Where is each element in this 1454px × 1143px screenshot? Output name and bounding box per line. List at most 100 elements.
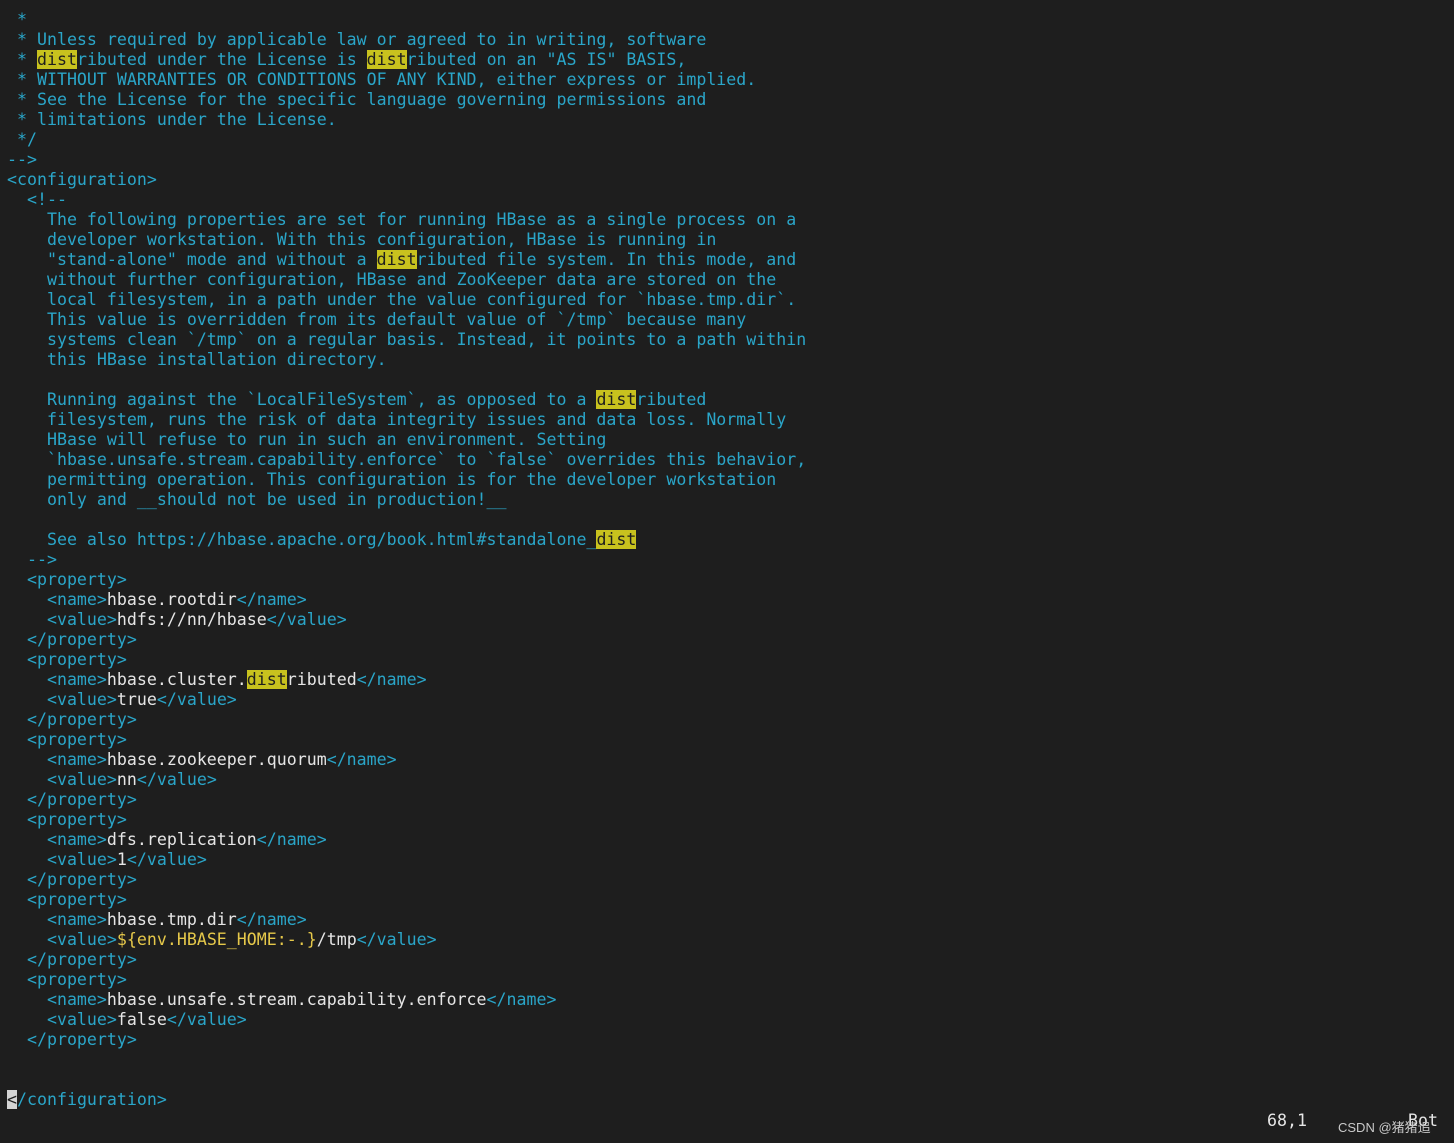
comment-text: This value is overridden from its defaul… — [7, 310, 747, 329]
comment-text: <!-- — [7, 190, 67, 209]
xml-tag: </property> — [7, 710, 137, 729]
code-text: hdfs://nn/hbase — [116, 610, 267, 629]
xml-tag: </value> — [266, 610, 347, 629]
xml-tag: </property> — [7, 630, 137, 649]
code-line: </property> — [7, 870, 806, 890]
xml-tag: </name> — [236, 590, 307, 609]
comment-text: "stand-alone" mode and without a — [7, 250, 377, 269]
code-line: this HBase installation directory. — [7, 350, 806, 370]
xml-tag: <property> — [7, 970, 127, 989]
xml-tag: </property> — [7, 950, 137, 969]
text-cursor: < — [7, 1090, 17, 1109]
code-text: /tmp — [316, 930, 357, 949]
comment-text: local filesystem, in a path under the va… — [7, 290, 797, 309]
xml-tag: </name> — [486, 990, 557, 1009]
code-line: * WITHOUT WARRANTIES OR CONDITIONS OF AN… — [7, 70, 806, 90]
xml-tag: <name> — [7, 750, 107, 769]
xml-tag: <property> — [7, 650, 127, 669]
xml-tag: </value> — [356, 930, 437, 949]
code-line: permitting operation. This configuration… — [7, 470, 806, 490]
xml-tag: </property> — [7, 870, 137, 889]
search-match-highlight: dist — [376, 250, 417, 269]
comment-text: ributed — [636, 390, 707, 409]
code-text: hbase.rootdir — [106, 590, 237, 609]
comment-text: The following properties are set for run… — [7, 210, 797, 229]
comment-text: Running against the `LocalFileSystem`, a… — [7, 390, 597, 409]
search-match-highlight: dist — [366, 50, 407, 69]
comment-text: permitting operation. This configuration… — [7, 470, 777, 489]
vim-editor-buffer[interactable]: * * Unless required by applicable law or… — [7, 10, 806, 1110]
code-line: systems clean `/tmp` on a regular basis.… — [7, 330, 806, 350]
code-line: <property> — [7, 970, 806, 990]
comment-text: filesystem, runs the risk of data integr… — [7, 410, 787, 429]
xml-tag: <name> — [7, 910, 107, 929]
xml-tag: </name> — [326, 750, 397, 769]
code-line: </property> — [7, 950, 806, 970]
cursor-position-ruler: 68,1 — [1267, 1111, 1307, 1130]
comment-text: */ — [7, 130, 37, 149]
code-line: * See the License for the specific langu… — [7, 90, 806, 110]
xml-tag: <property> — [7, 890, 127, 909]
code-line: * — [7, 10, 806, 30]
xml-tag: </value> — [166, 1010, 247, 1029]
code-text: ributed — [286, 670, 357, 689]
code-text: hbase.tmp.dir — [106, 910, 237, 929]
xml-tag: <name> — [7, 990, 107, 1009]
code-line: </configuration> — [7, 1090, 806, 1110]
code-line: <!-- — [7, 190, 806, 210]
code-line: See also https://hbase.apache.org/book.h… — [7, 530, 806, 550]
code-line: </property> — [7, 630, 806, 650]
code-line: <configuration> — [7, 170, 806, 190]
comment-text: HBase will refuse to run in such an envi… — [7, 430, 607, 449]
code-line: local filesystem, in a path under the va… — [7, 290, 806, 310]
code-text: hbase.zookeeper.quorum — [106, 750, 327, 769]
xml-tag: <value> — [7, 1010, 117, 1029]
code-line: <value>nn</value> — [7, 770, 806, 790]
search-match-highlight: dist — [596, 390, 637, 409]
code-line: `hbase.unsafe.stream.capability.enforce`… — [7, 450, 806, 470]
code-line: This value is overridden from its defaul… — [7, 310, 806, 330]
code-line: <property> — [7, 730, 806, 750]
xml-tag: <value> — [7, 610, 117, 629]
code-text: dfs.replication — [106, 830, 257, 849]
code-line: </property> — [7, 790, 806, 810]
xml-tag: <value> — [7, 770, 117, 789]
xml-tag: </property> — [7, 1030, 137, 1049]
code-text: hbase.unsafe.stream.capability.enforce — [106, 990, 487, 1009]
comment-text: --> — [7, 150, 37, 169]
xml-tag: </value> — [156, 690, 237, 709]
code-line: <property> — [7, 650, 806, 670]
code-line: HBase will refuse to run in such an envi… — [7, 430, 806, 450]
code-text: nn — [116, 770, 137, 789]
xml-tag: <name> — [7, 670, 107, 689]
code-line: The following properties are set for run… — [7, 210, 806, 230]
code-line: Running against the `LocalFileSystem`, a… — [7, 390, 806, 410]
xml-tag: </value> — [136, 770, 217, 789]
xml-tag: </name> — [236, 910, 307, 929]
comment-text: * — [7, 10, 27, 29]
code-line: without further configuration, HBase and… — [7, 270, 806, 290]
search-match-highlight: dist — [36, 50, 77, 69]
code-line: <name>dfs.replication</name> — [7, 830, 806, 850]
code-line: <value>hdfs://nn/hbase</value> — [7, 610, 806, 630]
code-line: * limitations under the License. — [7, 110, 806, 130]
xml-tag: <name> — [7, 590, 107, 609]
code-line: filesystem, runs the risk of data integr… — [7, 410, 806, 430]
code-line: * Unless required by applicable law or a… — [7, 30, 806, 50]
code-line: <name>hbase.cluster.distributed</name> — [7, 670, 806, 690]
code-text: hbase.cluster. — [106, 670, 247, 689]
terminal-window[interactable]: * * Unless required by applicable law or… — [0, 0, 1454, 1143]
code-line: <name>hbase.rootdir</name> — [7, 590, 806, 610]
comment-text: * See the License for the specific langu… — [7, 90, 707, 109]
xml-tag: <name> — [7, 830, 107, 849]
comment-text: developer workstation. With this configu… — [7, 230, 717, 249]
xml-tag: </name> — [256, 830, 327, 849]
code-line: </property> — [7, 710, 806, 730]
comment-text: systems clean `/tmp` on a regular basis.… — [7, 330, 807, 349]
comment-text: * Unless required by applicable law or a… — [7, 30, 707, 49]
comment-text: ributed under the License is — [76, 50, 367, 69]
xml-tag: <property> — [7, 810, 127, 829]
code-line: <property> — [7, 570, 806, 590]
